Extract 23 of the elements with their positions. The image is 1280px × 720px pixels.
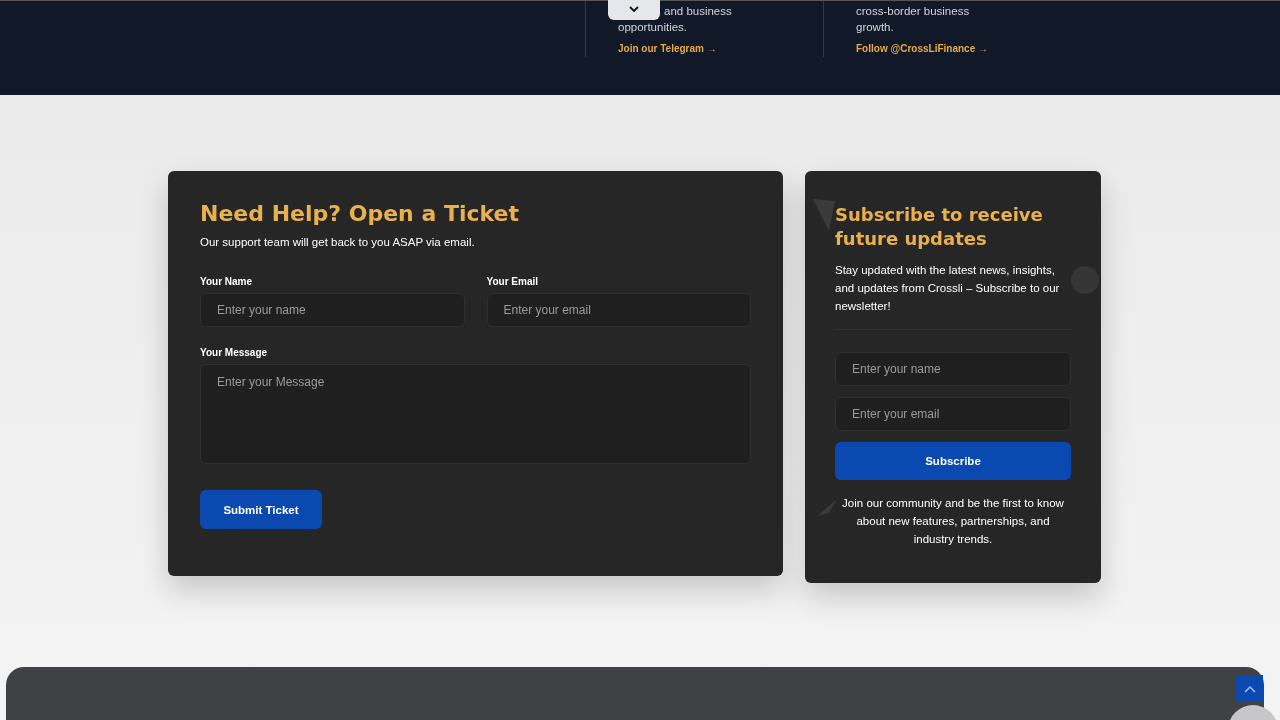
social-link[interactable]: Follow @CrossLiFinance → (856, 43, 1061, 54)
field-label: Your Name (200, 276, 254, 287)
chevron-down-icon (629, 6, 639, 13)
column-text: and business (664, 4, 732, 19)
card-title: Subscribe to receive future updates (835, 203, 1044, 251)
input-field[interactable]: Enter your email (835, 397, 1071, 431)
field-label: Your Message (200, 347, 269, 358)
subscribe-button[interactable]: Subscribe (835, 442, 1071, 480)
column-text: opportunities. (618, 20, 688, 35)
input-field[interactable]: Enter your name (835, 352, 1071, 386)
card-description: Stay updated with the latest news, insights, and updates from Crossli – Subscribe to our newsletter! (835, 263, 1061, 314)
collapse-tab[interactable] (608, 0, 660, 20)
column-text: cross-border business growth. (856, 4, 971, 35)
message-field[interactable]: Enter your Message (200, 364, 751, 464)
card-title: Need Help? Open a Ticket (200, 201, 520, 226)
field-label: Your Email (486, 276, 539, 287)
input-field[interactable]: Enter your email (486, 293, 751, 327)
card-subtitle: Our support team will get back to you ASAP via email. (200, 236, 476, 248)
input-field[interactable]: Enter your name (200, 293, 465, 327)
submit-button[interactable]: Submit Ticket (200, 490, 322, 529)
community-text: Join our community and be the first to know about new features, partnerships, and industry trends. (841, 496, 1065, 547)
chevron-up-icon (1243, 684, 1256, 693)
social-link[interactable]: Join our Telegram → (618, 43, 823, 54)
